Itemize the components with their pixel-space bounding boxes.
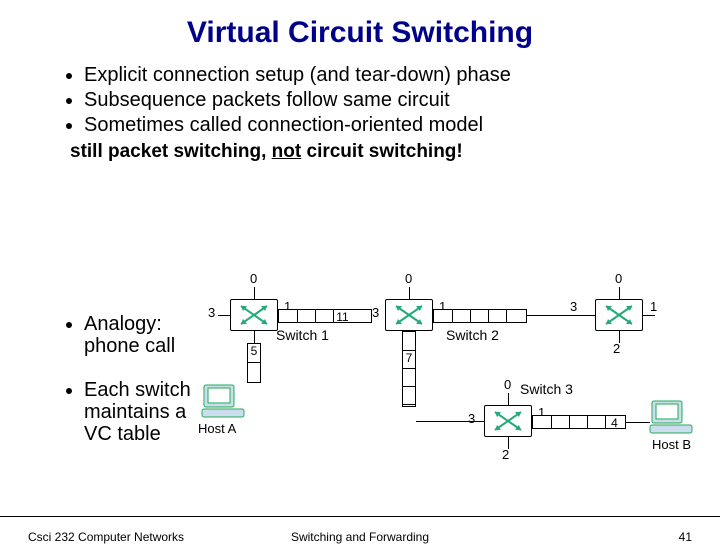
computer-icon	[648, 399, 694, 435]
bullet-3: Sometimes called connection-oriented mod…	[84, 114, 690, 137]
s4-port-top: 0	[615, 271, 622, 286]
packet-switching-note: still packet switching, not circuit swit…	[70, 141, 720, 163]
s1-wire-left	[218, 315, 230, 316]
vc-diagram: 0 3 1 2 Switch 1 11 0 3 1 2 Switch 2	[200, 269, 700, 499]
s3-port-bottom: 2	[502, 447, 509, 462]
host-b-label: Host B	[652, 437, 691, 452]
s4-wire-left	[527, 315, 595, 316]
s3-port-left: 3	[468, 411, 475, 426]
host-a	[200, 383, 246, 419]
s2-port-left: 3	[372, 305, 379, 320]
switch-3-box	[484, 405, 532, 437]
s4-port-right: 1	[650, 299, 657, 314]
s3-wire-top	[508, 393, 509, 405]
switch-icon	[604, 304, 634, 326]
s1-port-left: 3	[208, 305, 215, 320]
link-s2-s3: 7	[402, 331, 416, 407]
side-bullets: Analogy: phone call Each switch maintain…	[44, 313, 214, 467]
switch-icon	[239, 304, 269, 326]
footer-course: Csci 232 Computer Networks	[28, 530, 184, 544]
link-hosta-s1-label: 5	[248, 344, 260, 362]
side-bullet-2: Each switch maintains a VC table	[84, 379, 214, 445]
link-s1-s2-label: 11	[333, 310, 351, 322]
link-hosta-s1: 5	[247, 343, 261, 383]
switch-icon	[394, 304, 424, 326]
page-title: Virtual Circuit Switching	[0, 16, 720, 50]
link-s3-hostb: 4	[532, 415, 626, 429]
wire-s3-hostb	[626, 422, 650, 423]
link-s1-s2: 11	[278, 309, 372, 323]
link-s2-s4	[433, 309, 527, 323]
note-prefix: still packet switching,	[70, 141, 272, 162]
s2-port-top: 0	[405, 271, 412, 286]
lower-region: Analogy: phone call Each switch maintain…	[0, 271, 720, 516]
switch-2-box	[385, 299, 433, 331]
switch-icon	[493, 410, 523, 432]
switch-1-box	[230, 299, 278, 331]
side-bullet-1: Analogy: phone call	[84, 313, 214, 357]
bullet-1: Explicit connection setup (and tear-down…	[84, 64, 690, 87]
link-s2-s3-label: 7	[403, 350, 415, 368]
switch-3-label: Switch 3	[520, 381, 573, 397]
main-bullets: Explicit connection setup (and tear-down…	[44, 64, 690, 137]
switch-1-label: Switch 1	[276, 327, 329, 343]
note-not: not	[272, 141, 302, 162]
s1-wire-top	[254, 287, 255, 299]
switch-2-label: Switch 2	[446, 327, 499, 343]
bullet-2: Subsequence packets follow same circuit	[84, 89, 690, 112]
host-a-label: Host A	[198, 421, 236, 436]
host-b	[648, 399, 694, 435]
link-s3-hostb-label: 4	[605, 416, 623, 428]
s3-port-top: 0	[504, 377, 511, 392]
computer-icon	[200, 383, 246, 419]
footer-topic: Switching and Forwarding	[291, 530, 429, 544]
s2-wire-top	[409, 287, 410, 299]
s4-wire-right	[643, 315, 655, 316]
footer: Csci 232 Computer Networks Switching and…	[0, 516, 720, 556]
switch-4-box	[595, 299, 643, 331]
footer-pagenum: 41	[679, 530, 692, 544]
s4-port-bottom: 2	[613, 341, 620, 356]
note-suffix: circuit switching!	[301, 141, 463, 162]
s4-port-left: 3	[570, 299, 577, 314]
s1-port-top: 0	[250, 271, 257, 286]
s4-wire-top	[619, 287, 620, 299]
